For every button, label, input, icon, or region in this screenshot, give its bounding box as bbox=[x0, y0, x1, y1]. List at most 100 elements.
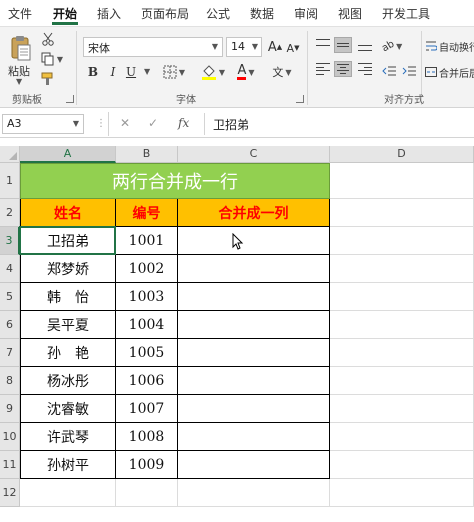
align-right-button[interactable] bbox=[356, 61, 374, 77]
table-cell[interactable]: 郑梦娇 bbox=[20, 255, 116, 283]
table-cell[interactable]: 1006 bbox=[116, 367, 178, 395]
table-cell[interactable]: 1001 bbox=[116, 227, 178, 255]
table-cell[interactable]: 吴平夏 bbox=[20, 311, 116, 339]
wrap-text-icon bbox=[426, 41, 437, 51]
borders-button[interactable]: ▼ bbox=[160, 63, 188, 81]
row-header-5[interactable]: 5 bbox=[0, 283, 20, 311]
worksheet-grid[interactable]: A B C D 1 2 3 4 5 6 7 8 9 10 11 12 两行合并成一行 姓名 编号 合并成一列 卫招弟 10… bbox=[0, 146, 474, 522]
row-header-9[interactable]: 9 bbox=[0, 395, 20, 423]
formula-input[interactable]: 卫招弟 bbox=[204, 113, 474, 135]
row-header-8[interactable]: 8 bbox=[0, 367, 20, 395]
align-left-button[interactable] bbox=[314, 61, 332, 77]
table-cell[interactable]: 1007 bbox=[116, 395, 178, 423]
insert-function-button[interactable]: fx bbox=[178, 116, 189, 130]
paste-button[interactable] bbox=[8, 33, 34, 63]
table-cell[interactable]: 1005 bbox=[116, 339, 178, 367]
tab-page-layout[interactable]: 页面布局 bbox=[141, 5, 189, 22]
increase-font-size-button[interactable]: A ▲ bbox=[268, 37, 282, 57]
table-cell[interactable]: 1004 bbox=[116, 311, 178, 339]
table-cell[interactable]: 沈睿敏 bbox=[20, 395, 116, 423]
paint-bucket-icon bbox=[201, 65, 216, 80]
confirm-icon[interactable]: ✓ bbox=[148, 116, 158, 130]
table-cell[interactable]: 卫招弟 bbox=[20, 227, 116, 255]
table-cell[interactable]: 孙树平 bbox=[20, 451, 116, 479]
align-bottom-button[interactable] bbox=[356, 37, 374, 53]
cancel-icon[interactable]: ✕ bbox=[120, 116, 130, 130]
header-cell-3[interactable]: 合并成一列 bbox=[178, 199, 330, 227]
column-header-b[interactable]: B bbox=[116, 146, 178, 163]
tab-data[interactable]: 数据 bbox=[250, 5, 274, 22]
tab-review[interactable]: 审阅 bbox=[294, 5, 318, 22]
table-cell[interactable] bbox=[178, 339, 330, 367]
table-cell[interactable]: 韩 怡 bbox=[20, 283, 116, 311]
font-launcher-icon[interactable] bbox=[296, 95, 304, 103]
merge-center-button[interactable]: 合并后居中 bbox=[425, 63, 474, 81]
ribbon-tab-bar: 文件 开始 插入 页面布局 公式 数据 审阅 视图 开发工具 bbox=[0, 0, 474, 26]
phonetic-button[interactable]: 文 ▼ bbox=[268, 63, 296, 81]
tab-file[interactable]: 文件 bbox=[8, 5, 32, 22]
row-header-3[interactable]: 3 bbox=[0, 227, 20, 255]
column-header-a[interactable]: A bbox=[20, 146, 116, 163]
header-cell-1[interactable]: 姓名 bbox=[20, 199, 116, 227]
align-top-button[interactable] bbox=[314, 37, 332, 53]
italic-button[interactable]: I bbox=[106, 63, 120, 81]
row-header-1[interactable]: 1 bbox=[0, 163, 20, 199]
more-dots-icon: ⋮ bbox=[96, 118, 106, 129]
table-cell[interactable]: 许武琴 bbox=[20, 423, 116, 451]
table-cell[interactable]: 杨冰彤 bbox=[20, 367, 116, 395]
font-name-select[interactable]: 宋体 ▼ bbox=[83, 37, 223, 57]
table-cell[interactable] bbox=[178, 227, 330, 255]
paste-dropdown-icon[interactable]: ▼ bbox=[16, 77, 22, 86]
table-cell[interactable]: 1009 bbox=[116, 451, 178, 479]
chevron-down-icon: ▼ bbox=[72, 119, 79, 128]
row-header-11[interactable]: 11 bbox=[0, 451, 20, 479]
underline-dropdown-icon[interactable]: ▼ bbox=[144, 67, 150, 76]
table-cell[interactable] bbox=[178, 451, 330, 479]
row-header-12[interactable]: 12 bbox=[0, 479, 20, 507]
tab-home[interactable]: 开始 bbox=[53, 5, 77, 22]
select-all-triangle-icon bbox=[9, 152, 17, 160]
table-cell[interactable] bbox=[178, 311, 330, 339]
table-cell[interactable]: 1003 bbox=[116, 283, 178, 311]
row-header-6[interactable]: 6 bbox=[0, 311, 20, 339]
underline-button[interactable]: U bbox=[124, 63, 138, 81]
table-cell[interactable] bbox=[178, 283, 330, 311]
table-cell[interactable] bbox=[178, 255, 330, 283]
column-header-c[interactable]: C bbox=[178, 146, 330, 163]
tab-formulas[interactable]: 公式 bbox=[206, 5, 230, 22]
fill-color-button[interactable]: ▼ bbox=[198, 63, 228, 81]
table-cell[interactable] bbox=[178, 423, 330, 451]
table-cell[interactable] bbox=[178, 395, 330, 423]
table-cell[interactable]: 孙 艳 bbox=[20, 339, 116, 367]
copy-button[interactable]: ▼ bbox=[40, 51, 64, 67]
table-cell[interactable]: 1008 bbox=[116, 423, 178, 451]
row-header-10[interactable]: 10 bbox=[0, 423, 20, 451]
name-box[interactable]: A3 ▼ bbox=[2, 114, 84, 134]
clipboard-launcher-icon[interactable] bbox=[66, 95, 74, 103]
tab-view[interactable]: 视图 bbox=[338, 5, 362, 22]
row-header-2[interactable]: 2 bbox=[0, 199, 20, 227]
orientation-button[interactable]: ab ▼ bbox=[380, 37, 404, 55]
bold-button[interactable]: B bbox=[86, 63, 100, 81]
decrease-font-size-button[interactable]: A ▼ bbox=[286, 39, 300, 57]
format-painter-button[interactable] bbox=[40, 71, 56, 87]
increase-indent-button[interactable] bbox=[400, 63, 418, 79]
tab-insert[interactable]: 插入 bbox=[97, 5, 121, 22]
wrap-text-button[interactable]: 自动换行 bbox=[425, 37, 474, 55]
merged-title-cell[interactable]: 两行合并成一行 bbox=[20, 163, 330, 199]
align-center-button[interactable] bbox=[334, 61, 352, 77]
table-cell[interactable] bbox=[178, 367, 330, 395]
borders-icon bbox=[163, 65, 177, 79]
font-color-button[interactable]: A ▼ bbox=[232, 63, 260, 81]
align-middle-button[interactable] bbox=[334, 37, 352, 53]
font-size-select[interactable]: 14 ▼ bbox=[226, 37, 262, 57]
table-cell[interactable]: 1002 bbox=[116, 255, 178, 283]
select-all-button[interactable] bbox=[0, 146, 20, 163]
column-header-d[interactable]: D bbox=[330, 146, 474, 163]
header-cell-2[interactable]: 编号 bbox=[116, 199, 178, 227]
row-header-4[interactable]: 4 bbox=[0, 255, 20, 283]
tab-developer[interactable]: 开发工具 bbox=[382, 5, 430, 22]
decrease-indent-button[interactable] bbox=[380, 63, 398, 79]
row-header-7[interactable]: 7 bbox=[0, 339, 20, 367]
cut-button[interactable] bbox=[40, 31, 56, 47]
